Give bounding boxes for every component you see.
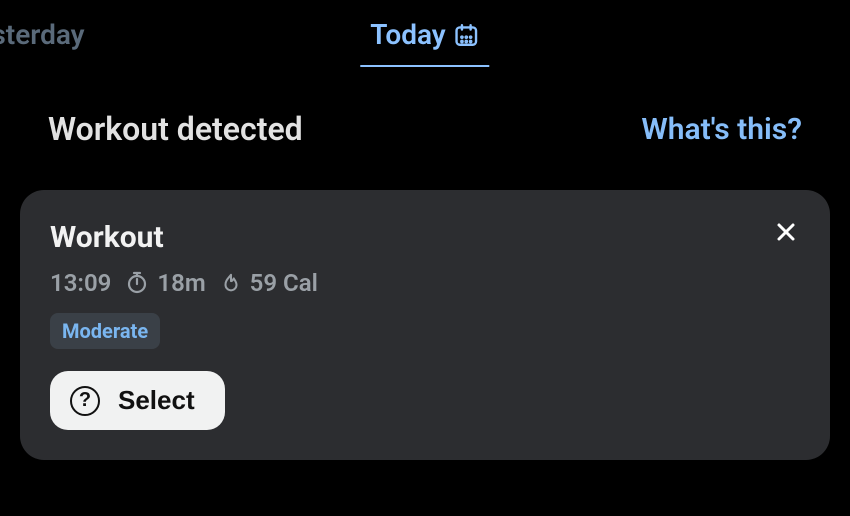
- workout-stats: 13:09 18m 59 Cal: [50, 269, 800, 297]
- workout-calories-value: 59 Cal: [250, 269, 318, 297]
- section-title: Workout detected: [48, 110, 303, 148]
- workout-time: 13:09: [50, 269, 111, 297]
- select-button[interactable]: ? Select: [50, 371, 225, 430]
- workout-duration-value: 18m: [157, 269, 205, 297]
- workout-card-title: Workout: [50, 220, 800, 255]
- tab-today[interactable]: Today: [360, 0, 489, 67]
- question-icon: ?: [70, 386, 100, 416]
- workout-time-value: 13:09: [50, 269, 111, 297]
- tab-yesterday-label: Yesterday: [0, 18, 85, 51]
- select-button-label: Select: [118, 385, 195, 416]
- tab-today-label: Today: [370, 18, 445, 51]
- workout-card: Workout 13:09 18m 59 Cal Moderate: [20, 190, 830, 460]
- tab-yesterday[interactable]: Yesterday: [0, 0, 95, 61]
- workout-duration: 18m: [125, 269, 205, 297]
- section-header: Workout detected What's this?: [0, 64, 850, 172]
- date-tabs: Yesterday Today: [0, 0, 850, 64]
- whats-this-link[interactable]: What's this?: [641, 112, 802, 147]
- flame-icon: [220, 271, 242, 295]
- calendar-icon: [454, 22, 480, 48]
- close-button[interactable]: [770, 216, 802, 248]
- stopwatch-icon: [125, 271, 149, 295]
- intensity-badge: Moderate: [50, 313, 160, 349]
- workout-calories: 59 Cal: [220, 269, 318, 297]
- close-icon: [774, 220, 798, 244]
